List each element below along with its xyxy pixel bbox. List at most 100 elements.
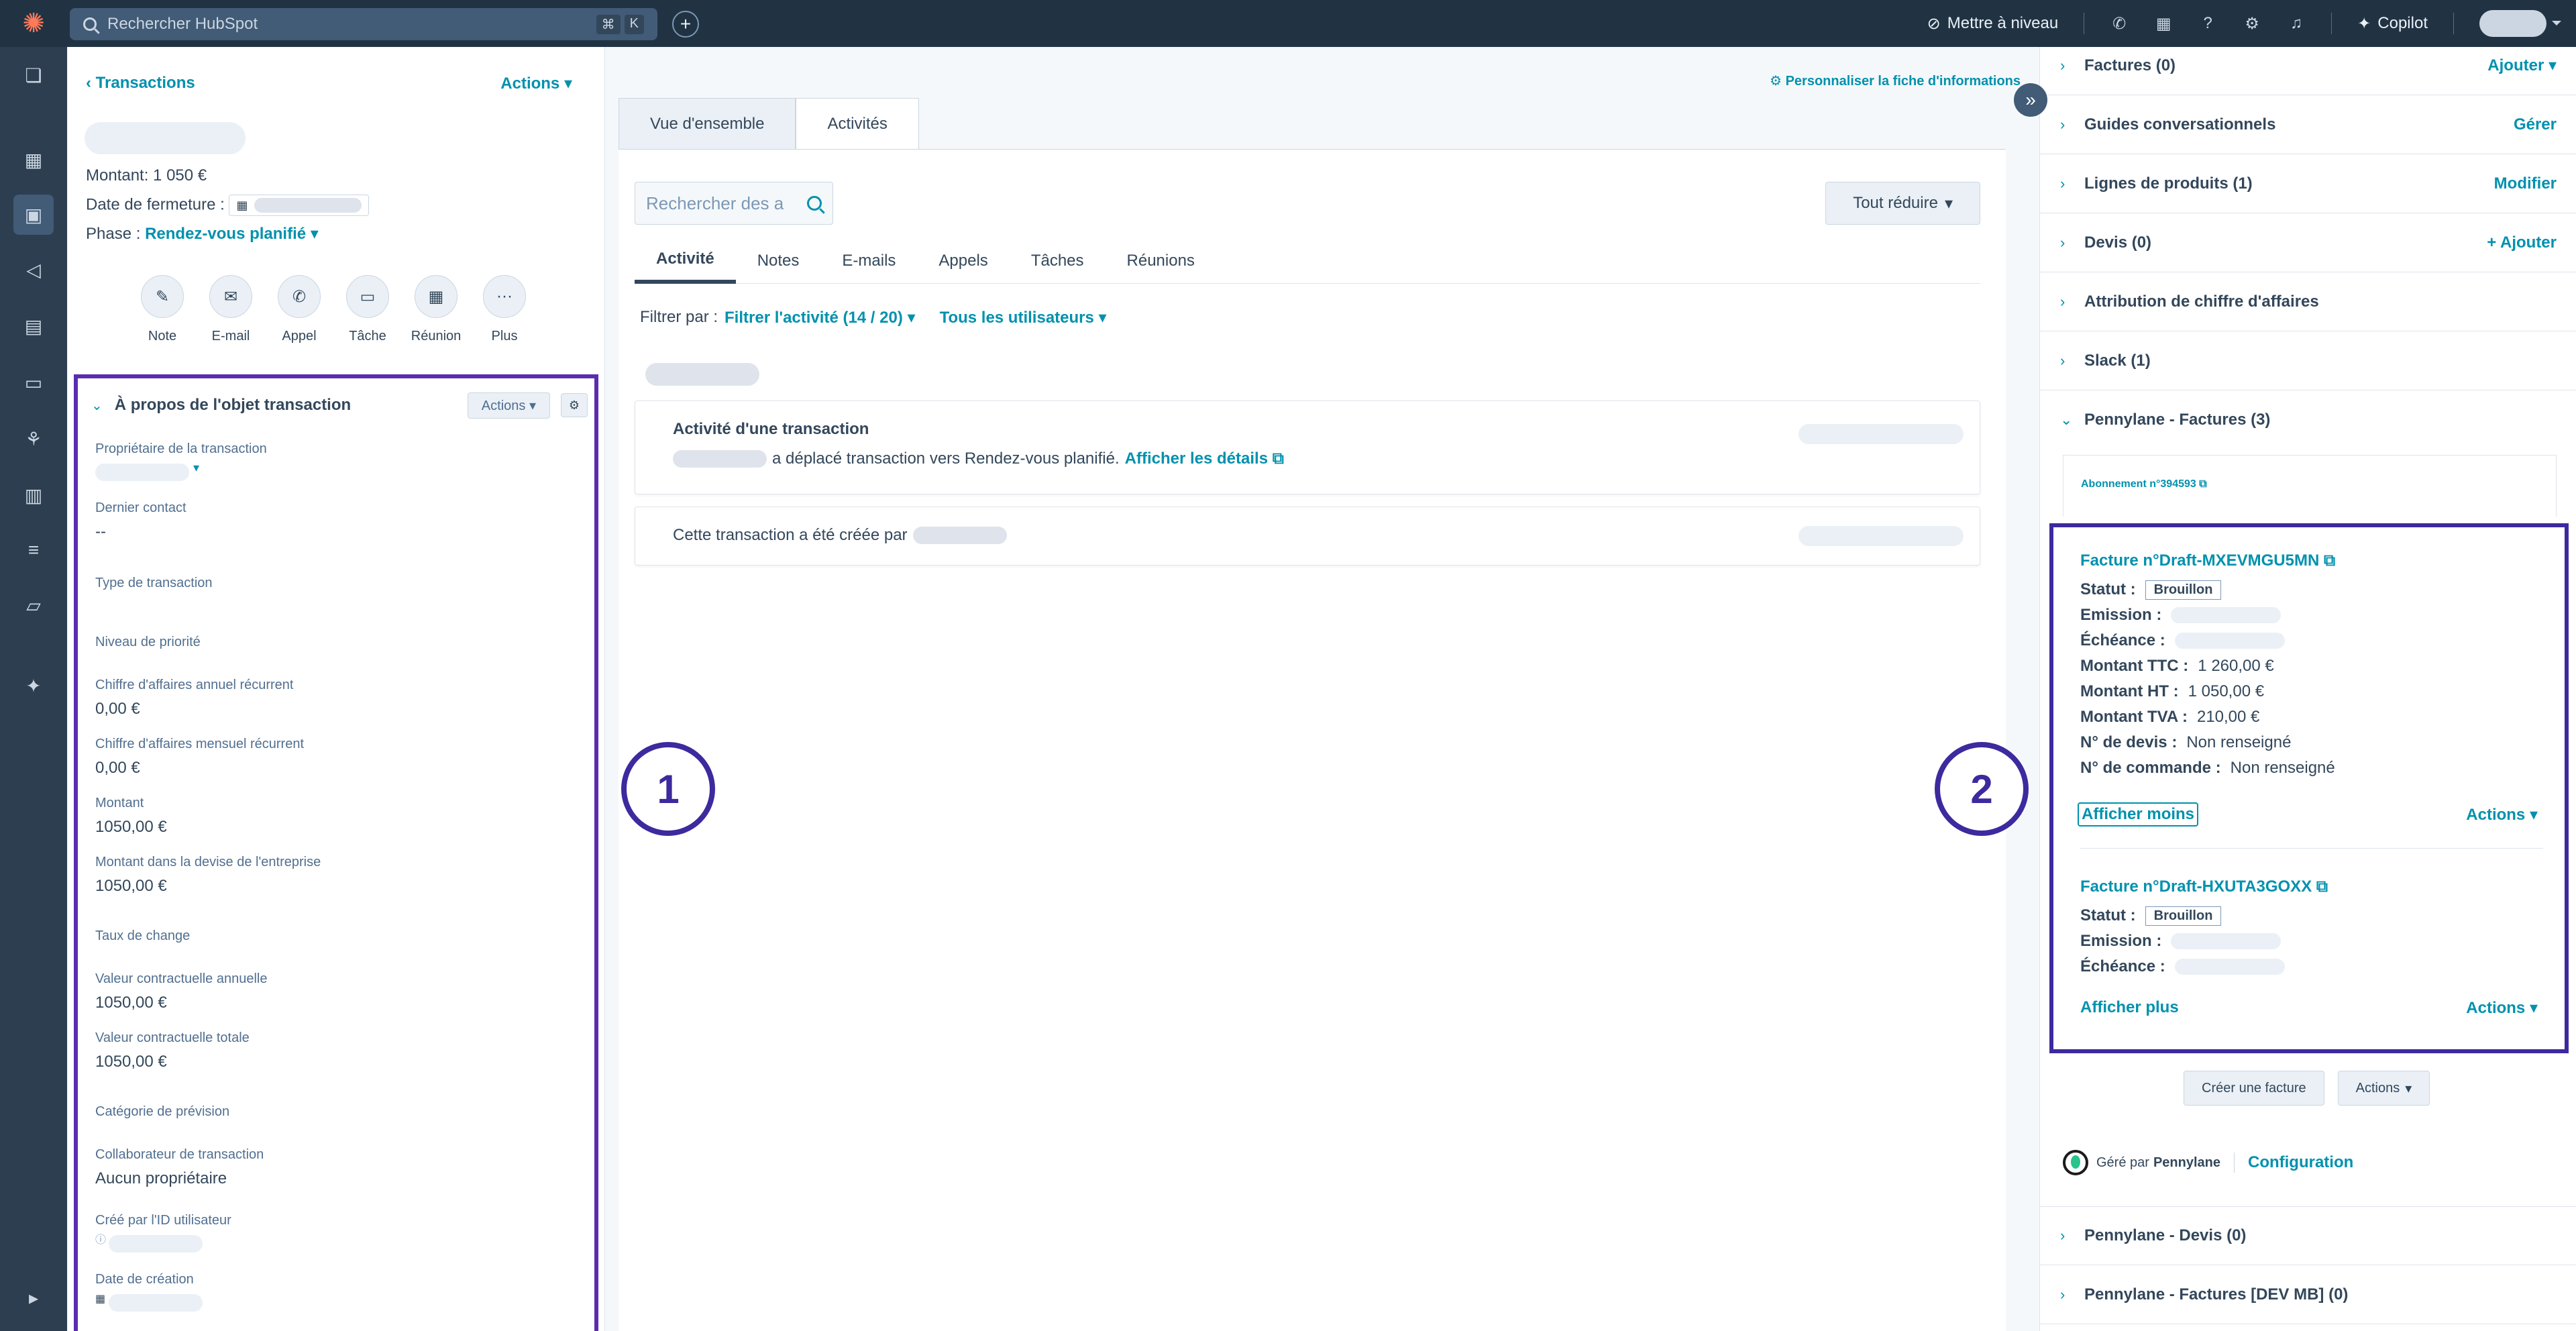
show-details-link[interactable]: Afficher les détails ⧉ [1125,449,1284,468]
section-slack[interactable]: › Slack (1) [2040,331,2576,390]
about-actions-button[interactable]: Actions ▾ [467,392,550,419]
configuration-link[interactable]: Configuration [2248,1153,2353,1172]
prop-exchange-rate[interactable]: Taux de change [95,928,190,944]
prop-amount[interactable]: Montant 1050,00 € [95,796,167,837]
tab-tasks[interactable]: Tâches [1010,238,1106,284]
call-action[interactable]: ✆ Appel [278,275,321,344]
prop-priority[interactable]: Niveau de priorité [95,635,201,650]
create-plus-button[interactable]: + [672,11,699,38]
section-manage-link[interactable]: Gérer [2514,115,2557,134]
copilot-button[interactable]: ✦ Copilot [2357,14,2428,34]
prop-deal-collaborator[interactable]: Collaborateur de transaction Aucun propr… [95,1147,264,1188]
marketplace-icon[interactable]: ▦ [2154,14,2173,33]
activities-search-input[interactable]: Rechercher des a [635,182,833,225]
invoice-1-link[interactable]: Facture n°Draft-MXEVMGU5MN ⧉ [2080,551,2335,570]
created-by-value: ⓘ [95,1228,231,1253]
record-actions-dropdown[interactable]: Actions ▾ [500,74,572,93]
bookmark-icon[interactable]: ❏ [21,63,46,87]
data-management-icon[interactable]: ≡ [21,538,46,562]
tab-calls[interactable]: Appels [917,238,1009,284]
automation-icon[interactable]: ⚘ [21,427,46,451]
tab-activity[interactable]: Activité [635,238,736,284]
create-invoice-button[interactable]: Créer une facture [2184,1071,2324,1106]
tab-emails[interactable]: E-mails [820,238,917,284]
collapse-sidebar-chevrons-icon[interactable]: » [2014,83,2047,117]
section-edit-link[interactable]: Modifier [2494,174,2557,193]
filter-label: Filtrer par : [640,308,718,326]
prop-acv[interactable]: Valeur contractuelle annuelle 1050,00 € [95,971,267,1012]
prop-arr[interactable]: Chiffre d'affaires annuel récurrent 0,00… [95,678,293,718]
filter-activity-dropdown[interactable]: Filtrer l'activité (14 / 20) ▾ [724,308,916,327]
tab-overview[interactable]: Vue d'ensemble [619,98,796,150]
prop-deal-owner[interactable]: Propriétaire de la transaction ▾ [95,441,267,481]
prop-deal-type[interactable]: Type de transaction [95,576,213,591]
upgrade-link[interactable]: ⊘ Mettre à niveau [1927,14,2059,34]
subscription-link[interactable]: Abonnement n°394593 ⧉ [2081,478,2207,490]
meeting-action[interactable]: ▦ Réunion [411,275,461,344]
back-to-transactions-link[interactable]: ‹ Transactions [86,74,195,93]
prop-forecast-category[interactable]: Catégorie de prévision [95,1104,229,1120]
invoice-1-actions-dropdown[interactable]: Actions ▾ [2466,805,2538,824]
section-revenue-attribution[interactable]: › Attribution de chiffre d'affaires [2040,272,2576,331]
invoice-2-link[interactable]: Facture n°Draft-HXUTA3GOXX ⧉ [2080,877,2328,896]
library-folder-icon[interactable]: ▱ [21,593,46,617]
prop-label: Valeur contractuelle totale [95,1030,250,1045]
breeze-sparkle-icon[interactable]: ✦ [21,674,46,698]
prop-mrr[interactable]: Chiffre d'affaires mensuel récurrent 0,0… [95,737,304,778]
section-pennylane-invoices[interactable]: ⌄ Pennylane - Factures (3) [2040,390,2576,449]
notifications-bell-icon[interactable]: ♫ [2287,14,2306,33]
section-line-items[interactable]: › Lignes de produits (1) Modifier [2040,154,2576,213]
close-date-field[interactable]: ▦ [229,195,370,216]
invoice-1-show-less-button[interactable]: Afficher moins [2078,802,2199,827]
reporting-chart-icon[interactable]: ▥ [21,483,46,507]
prop-amount-company-currency[interactable]: Montant dans la devise de l'entreprise 1… [95,855,321,896]
section-playbooks[interactable]: › Guides conversationnels Gérer [2040,95,2576,154]
settings-gear-icon[interactable]: ⚙ [2243,14,2261,33]
section-add-dropdown[interactable]: Ajouter ▾ [2487,56,2557,75]
phase-dropdown[interactable]: Rendez-vous planifié ▾ [145,225,319,243]
section-quotes[interactable]: › Devis (0) + Ajouter [2040,213,2576,272]
task-action[interactable]: ▭ Tâche [346,275,389,344]
section-title: Pennylane - Factures [DEV MB] (0) [2084,1285,2349,1303]
commerce-wallet-icon[interactable]: ▭ [21,370,46,394]
personalize-record-link[interactable]: ⚙ Personnaliser la fiche d'informations [1770,72,2021,89]
section-pennylane-invoices-dev[interactable]: › Pennylane - Factures [DEV MB] (0) [2040,1265,2576,1324]
section-invoices[interactable]: › Factures (0) Ajouter ▾ [2040,36,2576,95]
prop-tcv[interactable]: Valeur contractuelle totale 1050,00 € [95,1030,250,1071]
more-action[interactable]: ··· Plus [483,275,526,344]
prop-created-date[interactable]: Date de création ▦ [95,1272,203,1312]
global-search-input[interactable]: Rechercher HubSpot ⌘ K [70,8,657,40]
collapse-all-button[interactable]: Tout réduire ▾ [1825,182,1980,225]
help-icon[interactable]: ? [2198,14,2217,33]
crm-contacts-icon[interactable]: ▣ [13,195,54,235]
invoice-actions-dropdown[interactable]: Actions ▾ [2337,1071,2430,1106]
about-settings-gear-icon[interactable]: ⚙ [561,393,588,417]
tab-notes[interactable]: Notes [736,238,821,284]
prop-created-by-user[interactable]: Créé par l'ID utilisateur ⓘ [95,1213,231,1253]
timeline-card-created[interactable]: Cette transaction a été créée par [635,507,1980,566]
account-avatar[interactable] [2479,10,2561,37]
section-add-link[interactable]: + Ajouter [2487,233,2557,252]
content-icon[interactable]: ▤ [21,314,46,338]
search-icon[interactable] [807,196,822,211]
section-pennylane-quotes[interactable]: › Pennylane - Devis (0) [2040,1206,2576,1265]
prop-last-contact[interactable]: Dernier contact -- [95,500,186,541]
note-action[interactable]: ✎ Note [141,275,184,344]
owner-dropdown[interactable]: ▾ [95,457,267,481]
chevron-down-icon[interactable]: ⌄ [91,397,103,414]
tab-activities[interactable]: Activités [796,98,919,150]
filter-users-dropdown[interactable]: Tous les utilisateurs ▾ [940,308,1107,327]
section-title: Slack (1) [2084,351,2151,370]
email-action[interactable]: ✉ E-mail [209,275,252,344]
hubspot-logo-icon[interactable]: ✺ [0,0,67,47]
invoice-2-show-more-button[interactable]: Afficher plus [2080,998,2179,1017]
phone-icon[interactable]: ✆ [2110,14,2129,33]
prop-label: Montant dans la devise de l'entreprise [95,855,321,869]
chevron-right-icon: › [2060,1227,2065,1244]
marketing-megaphone-icon[interactable]: ◁ [21,258,46,282]
tab-meetings[interactable]: Réunions [1106,238,1216,284]
dashboard-grid-icon[interactable]: ▦ [21,148,46,172]
invoice-2-actions-dropdown[interactable]: Actions ▾ [2466,998,2538,1018]
timeline-card-stage-change[interactable]: Activité d'une transaction a déplacé tra… [635,401,1980,494]
expand-sidebar-icon[interactable]: ▸ [21,1285,46,1310]
